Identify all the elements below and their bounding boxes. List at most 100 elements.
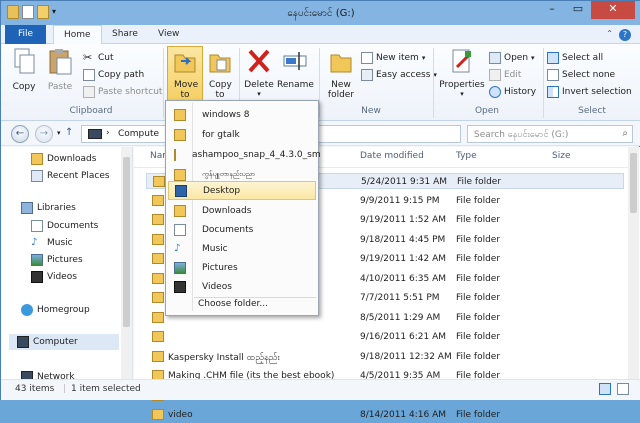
table-row[interactable]: Kaspersky Install ထည့်နည်း 9/18/2011 12:3… bbox=[146, 349, 624, 365]
history-button[interactable]: History bbox=[489, 84, 536, 99]
copy-icon bbox=[14, 48, 35, 74]
close-button[interactable]: ✕ bbox=[591, 1, 635, 19]
column-header-type[interactable]: Type bbox=[456, 151, 477, 161]
status-bar: 43 items | 1 item selected bbox=[1, 379, 640, 400]
chevron-up-icon[interactable]: ⌃ bbox=[606, 29, 613, 38]
move-folder-icon bbox=[174, 54, 196, 73]
select-all-button[interactable]: Select all bbox=[547, 50, 603, 65]
menu-item-downloads[interactable]: Downloads bbox=[168, 201, 316, 220]
downloads-icon bbox=[31, 153, 43, 165]
copy-button[interactable]: Copy bbox=[9, 47, 39, 92]
menu-item-ashampoo[interactable]: ashampoo_snap_4_4.3.0_sm bbox=[168, 145, 321, 164]
new-group-label: New bbox=[361, 106, 381, 116]
folder-icon bbox=[152, 409, 164, 420]
menu-item-choose-folder[interactable]: Choose folder... bbox=[198, 299, 268, 309]
new-item-button[interactable]: New item ▾ bbox=[361, 50, 425, 65]
new-folder-button[interactable]: New folder bbox=[323, 47, 359, 100]
nav-item-homegroup[interactable]: Homegroup bbox=[21, 302, 90, 318]
file-type: File folder bbox=[456, 410, 501, 420]
nav-item-computer[interactable]: Computer bbox=[9, 334, 119, 350]
properties-button[interactable]: Properties ▾ bbox=[437, 47, 487, 98]
rename-icon bbox=[283, 52, 307, 70]
nav-item-downloads[interactable]: Downloads bbox=[31, 151, 96, 167]
paste-icon bbox=[49, 49, 72, 75]
menu-item-music[interactable]: ♪ Music bbox=[168, 239, 316, 258]
paste-shortcut-button[interactable]: Paste shortcut bbox=[83, 84, 162, 99]
folder-icon bbox=[152, 233, 164, 245]
rename-button[interactable]: Rename bbox=[277, 47, 314, 90]
folder-icon bbox=[174, 128, 186, 141]
minimize-button[interactable]: – bbox=[539, 1, 565, 19]
folder-icon bbox=[152, 292, 164, 303]
paste-button[interactable]: Paste bbox=[43, 47, 77, 92]
open-button[interactable]: Open ▾ bbox=[489, 50, 535, 65]
content-scrollbar-thumb[interactable] bbox=[630, 153, 637, 213]
select-none-button[interactable]: Select none bbox=[547, 67, 615, 82]
cut-button[interactable]: ✂ Cut bbox=[83, 50, 114, 65]
file-type: File folder bbox=[456, 332, 501, 342]
details-view-icon[interactable] bbox=[599, 383, 611, 395]
search-icon[interactable]: ⌕ bbox=[622, 128, 628, 139]
table-row[interactable]: 9/16/2011 6:21 AM File folder bbox=[146, 329, 624, 345]
folder-icon bbox=[152, 194, 164, 206]
ribbon-divider bbox=[543, 48, 544, 118]
menu-item-pictures[interactable]: Pictures bbox=[168, 258, 316, 277]
ribbon-divider bbox=[319, 48, 320, 118]
computer-icon bbox=[88, 129, 102, 139]
nav-item-videos[interactable]: Videos bbox=[31, 269, 77, 285]
date-modified: 5/24/2011 9:31 AM bbox=[361, 177, 448, 187]
column-header-size[interactable]: Size bbox=[552, 151, 570, 161]
maximize-button[interactable]: ▭ bbox=[565, 1, 591, 19]
date-modified: 8/14/2011 4:16 AM bbox=[360, 410, 447, 420]
menu-item-desktop[interactable]: Desktop bbox=[168, 181, 316, 200]
invert-selection-button[interactable]: Invert selection bbox=[547, 84, 632, 99]
folder-icon bbox=[152, 331, 164, 342]
forward-button[interactable]: → bbox=[35, 125, 53, 143]
nav-item-documents[interactable]: Documents bbox=[31, 218, 98, 234]
chevron-down-icon: ▾ bbox=[421, 53, 426, 62]
computer-icon bbox=[17, 336, 29, 348]
nav-scrollbar-thumb[interactable] bbox=[123, 157, 130, 327]
delete-button[interactable]: Delete ▾ bbox=[243, 47, 275, 98]
tab-file[interactable]: File bbox=[5, 25, 47, 44]
folder-icon bbox=[174, 168, 186, 181]
table-row[interactable]: video 8/14/2011 4:16 AM File folder bbox=[146, 407, 624, 423]
folder-icon bbox=[152, 311, 164, 323]
nav-item-music[interactable]: ♪ Music bbox=[31, 235, 73, 251]
menu-item-videos[interactable]: Videos bbox=[168, 277, 316, 296]
move-to-button[interactable]: Move to ▾ bbox=[167, 46, 203, 108]
recent-locations-icon[interactable]: ▾ bbox=[57, 129, 61, 137]
copy-to-button[interactable]: Copy to ▾ bbox=[205, 47, 235, 108]
menu-item-gtalk[interactable]: for gtalk bbox=[168, 125, 316, 144]
easy-access-button[interactable]: Easy access ▾ bbox=[361, 67, 437, 82]
pictures-icon bbox=[174, 261, 186, 274]
pictures-icon bbox=[31, 254, 43, 266]
folder-icon bbox=[152, 272, 164, 284]
tab-share[interactable]: Share bbox=[102, 25, 148, 44]
open-group-label: Open bbox=[474, 106, 500, 116]
menu-item-windows8[interactable]: windows 8 bbox=[168, 105, 316, 124]
menu-item-documents[interactable]: Documents bbox=[168, 220, 316, 239]
nav-scrollbar[interactable] bbox=[121, 147, 132, 379]
tab-home[interactable]: Home bbox=[53, 25, 102, 45]
new-folder-icon bbox=[330, 54, 352, 73]
content-scrollbar[interactable] bbox=[628, 147, 639, 379]
file-type: File folder bbox=[456, 351, 501, 362]
nav-item-recent[interactable]: Recent Places bbox=[31, 168, 110, 184]
edit-button[interactable]: Edit bbox=[489, 67, 521, 82]
column-header-date[interactable]: Date modified bbox=[360, 151, 424, 161]
up-arrow-icon[interactable]: ↑ bbox=[65, 127, 73, 138]
breadcrumb-chevron-icon[interactable]: › bbox=[106, 128, 110, 138]
date-modified: 9/9/2011 9:15 PM bbox=[360, 195, 440, 206]
large-icons-view-icon[interactable] bbox=[617, 383, 629, 395]
search-box[interactable]: Search နေပင်းမောင် (G:) ⌕ bbox=[467, 125, 633, 143]
help-icon[interactable]: ? bbox=[619, 29, 631, 41]
copy-path-button[interactable]: Copy path bbox=[83, 67, 144, 82]
tab-view[interactable]: View bbox=[148, 25, 189, 44]
nav-item-libraries[interactable]: Libraries bbox=[21, 200, 76, 216]
back-button[interactable]: ← bbox=[11, 125, 29, 143]
date-modified: 9/18/2011 4:45 PM bbox=[360, 234, 446, 245]
breadcrumb[interactable]: Compute bbox=[118, 129, 159, 139]
nav-item-pictures[interactable]: Pictures bbox=[31, 252, 83, 268]
search-input[interactable]: Search နေပင်းမောင် (G:) bbox=[474, 129, 568, 142]
